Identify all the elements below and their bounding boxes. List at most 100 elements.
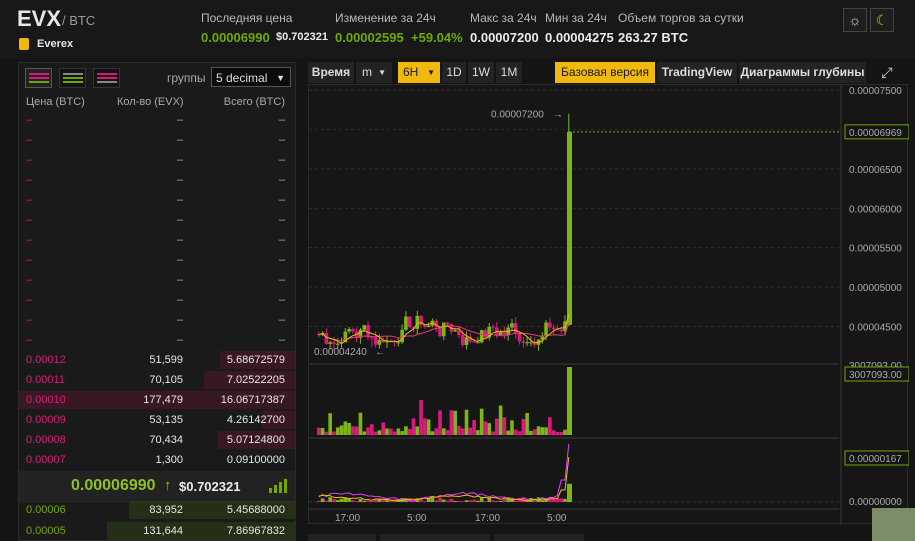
ask-row[interactable]: 0.00011 70,105 7.02522205 bbox=[19, 370, 295, 390]
price-chart[interactable]: 0.000075000.000070000.000065000.00006000… bbox=[308, 84, 909, 525]
indicator-tag: 0.00000167 bbox=[849, 454, 902, 465]
volume-bar bbox=[358, 412, 363, 435]
sun-icon: ☼ bbox=[848, 12, 862, 28]
empty-ask-p: – bbox=[26, 294, 33, 306]
volume-bar bbox=[502, 417, 507, 435]
candle-body bbox=[407, 316, 412, 328]
volume-bar bbox=[426, 419, 431, 435]
empty-ask-t: – bbox=[278, 194, 285, 206]
chart-canvas[interactable]: 0.000075000.000070000.000065000.00006000… bbox=[309, 85, 909, 525]
interval-6h-label: 6H bbox=[403, 65, 419, 79]
volume-bar bbox=[521, 419, 526, 435]
depth-chart-tab[interactable]: Диаграммы глубины bbox=[739, 62, 866, 83]
interval-1m-button[interactable]: 1M bbox=[496, 62, 522, 83]
volume-bar bbox=[373, 431, 378, 435]
price-tick-label: 0.00004500 bbox=[849, 323, 902, 334]
candle-body bbox=[548, 322, 552, 328]
ask-row[interactable]: 0.00012 51,599 5.68672579 bbox=[19, 350, 295, 370]
indicator-bar bbox=[445, 500, 450, 502]
candle-body bbox=[396, 342, 401, 344]
orderbook-mode-bids[interactable] bbox=[59, 68, 86, 88]
chart-toolbar: Время m ▼ 6H ▼ 1D 1W 1M Базовая версия T… bbox=[308, 62, 908, 84]
fullscreen-icon[interactable]: ⤢ bbox=[874, 62, 900, 83]
time-tick-label: 17:00 bbox=[475, 513, 500, 524]
volume-bar bbox=[362, 431, 367, 435]
ask-row[interactable]: 0.00010 177,479 16.06717387 bbox=[19, 390, 295, 410]
volume-bar bbox=[476, 430, 480, 435]
ask-row[interactable]: 0.00008 70,434 5.07124800 bbox=[19, 430, 295, 450]
candle-body bbox=[453, 330, 457, 332]
empty-ask-q: – bbox=[176, 234, 183, 246]
time-tick-label: 5:00 bbox=[407, 513, 427, 524]
bottom-tab[interactable] bbox=[380, 534, 490, 541]
empty-ask-p: – bbox=[26, 174, 33, 186]
indicator-bar bbox=[373, 499, 378, 502]
empty-ask-q: – bbox=[176, 134, 183, 146]
volume-bar bbox=[468, 427, 473, 435]
empty-ask-q: – bbox=[176, 154, 183, 166]
candle-body bbox=[479, 330, 484, 343]
candle-body bbox=[529, 342, 533, 344]
empty-ask-q: – bbox=[176, 114, 183, 126]
candle-body bbox=[460, 335, 465, 345]
coin-icon bbox=[19, 38, 29, 50]
candle-body bbox=[335, 343, 340, 345]
indicator-bar bbox=[358, 499, 363, 502]
interval-1w-button[interactable]: 1W bbox=[468, 62, 494, 83]
volume-bar bbox=[472, 420, 476, 435]
candle-body bbox=[442, 322, 446, 337]
light-theme-button[interactable]: ☼ bbox=[843, 8, 867, 32]
bid-row[interactable]: 0.00005 131,644 7.86967832 bbox=[19, 521, 295, 541]
caret-down-icon: ▼ bbox=[427, 68, 435, 77]
volume-bar bbox=[457, 425, 461, 435]
empty-ask-t: – bbox=[278, 234, 285, 246]
indicator-bar bbox=[472, 499, 476, 502]
indicator-bar bbox=[479, 497, 484, 502]
indicator-bar bbox=[513, 500, 518, 502]
volume-bar bbox=[536, 426, 541, 435]
empty-ask-row: – – – bbox=[19, 210, 295, 230]
candle-body bbox=[404, 316, 408, 330]
ask-row[interactable]: 0.00009 53,135 4.26142700 bbox=[19, 410, 295, 430]
bid-price: 0.00006 bbox=[26, 504, 66, 516]
empty-ask-p: – bbox=[26, 214, 33, 226]
indicator-bar bbox=[351, 500, 355, 502]
volume-bar bbox=[392, 431, 397, 435]
indicator-bar bbox=[377, 499, 382, 502]
empty-ask-row: – – – bbox=[19, 290, 295, 310]
indicator-bar bbox=[335, 499, 340, 502]
bottom-tab[interactable] bbox=[494, 534, 584, 541]
interval-minutes-select[interactable]: m ▼ bbox=[356, 62, 392, 83]
indicator-bar bbox=[370, 500, 374, 502]
pair-symbol: EVX bbox=[17, 6, 62, 31]
empty-ask-row: – – – bbox=[19, 170, 295, 190]
ask-qty: 70,105 bbox=[149, 374, 183, 386]
volume-bar bbox=[407, 428, 412, 435]
volume-bar bbox=[510, 420, 514, 435]
orderbook-mode-both[interactable] bbox=[25, 68, 52, 88]
coin-name: Everex bbox=[37, 38, 74, 50]
ask-row[interactable]: 0.00007 1,300 0.09100000 bbox=[19, 450, 295, 470]
high-label: Макс за 24ч bbox=[470, 11, 537, 25]
tradingview-tab[interactable]: TradingView bbox=[657, 62, 737, 83]
indicator-bar bbox=[449, 498, 454, 502]
orderbook-mode-asks[interactable] bbox=[93, 68, 120, 88]
ask-price: 0.00008 bbox=[26, 434, 66, 446]
basic-version-tab[interactable]: Базовая версия bbox=[555, 62, 655, 83]
time-button[interactable]: Время bbox=[308, 62, 354, 83]
volume-bar bbox=[370, 424, 374, 435]
bid-row[interactable]: 0.00006 83,952 5.45688000 bbox=[19, 500, 295, 520]
empty-ask-q: – bbox=[176, 294, 183, 306]
groups-select[interactable]: 5 decimal ▼ bbox=[211, 67, 291, 87]
empty-ask-t: – bbox=[278, 134, 285, 146]
low-label: Мин за 24ч bbox=[545, 11, 607, 25]
dark-theme-button[interactable]: ☾ bbox=[870, 8, 894, 32]
interval-1d-button[interactable]: 1D bbox=[442, 62, 466, 83]
interval-6h-select[interactable]: 6H ▼ bbox=[398, 62, 440, 83]
bottom-tab[interactable] bbox=[308, 534, 376, 541]
indicator-bar bbox=[491, 500, 495, 502]
empty-ask-t: – bbox=[278, 254, 285, 266]
volume-bar bbox=[449, 410, 454, 435]
candle-body bbox=[510, 323, 514, 328]
volume-bar bbox=[400, 431, 404, 435]
